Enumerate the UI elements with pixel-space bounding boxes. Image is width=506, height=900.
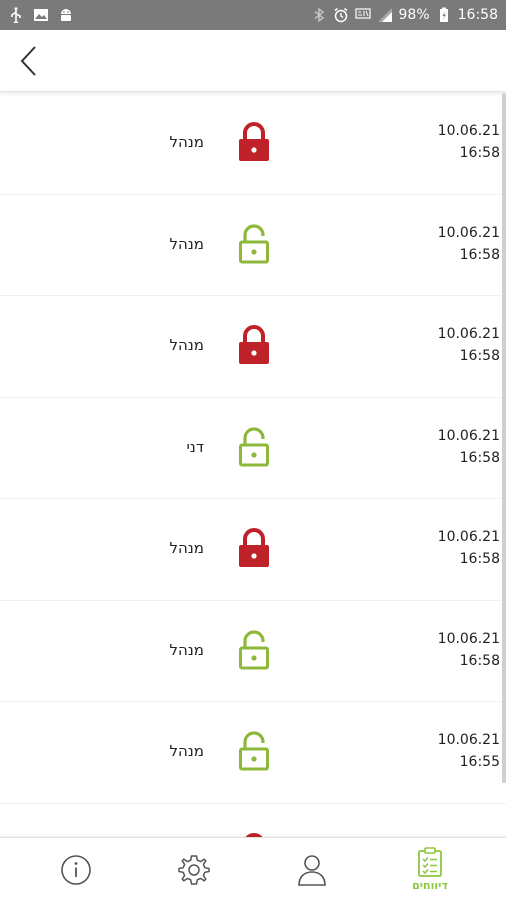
log-date: 10.06.21 [437,630,500,647]
status-bar: 98% 16:58 [0,0,506,30]
log-row[interactable]: מנהל 10.06.21 16:58 [0,93,506,195]
reports-icon [418,847,442,877]
log-user: מנהל [169,336,204,354]
bluetooth-icon [311,7,327,23]
image-icon [33,7,49,23]
alarm-icon [333,7,349,23]
scrollbar[interactable] [502,93,506,783]
user-icon [298,854,326,886]
log-user: מנהל [169,640,204,659]
log-time: 16:58 [459,551,500,567]
log-user: דני [186,437,204,456]
log-row[interactable]: מנהל 10.06.21 16:58 [0,601,506,702]
nav-user[interactable] [249,838,375,900]
log-date: 10.06.21 [437,123,500,139]
nav-settings[interactable] [131,838,257,900]
signal-icon [377,7,393,23]
log-user: מנהל [169,133,204,151]
log-row[interactable]: מנהל 10.06.21 16:58 [0,499,506,601]
android-icon [58,7,74,23]
log-row[interactable]: מנהל 10.06.21 16:58 [0,195,506,296]
lock-closed-icon [237,527,271,569]
nav-info[interactable] [13,838,139,900]
log-date: 10.06.21 [437,732,500,748]
lock-open-icon [237,426,271,468]
status-right: 98% 16:58 [311,7,498,23]
lock-open-icon [237,223,271,265]
lock-closed-icon [237,121,271,163]
log-user: מנהל [169,234,204,253]
status-time: 16:58 [457,7,498,23]
volte-icon [354,7,371,23]
app-header [0,30,506,92]
log-user: מנהל [169,742,204,760]
back-button[interactable] [8,40,48,82]
log-row[interactable] [0,804,506,837]
log-row[interactable]: דני 10.06.21 16:58 [0,398,506,499]
log-time: 16:58 [459,449,500,466]
log-date: 10.06.21 [437,224,500,241]
log-date: 10.06.21 [437,427,500,444]
log-row[interactable]: מנהל 10.06.21 16:58 [0,296,506,398]
usb-icon [8,7,24,23]
gear-icon [178,854,210,885]
log-time: 16:58 [459,145,500,161]
nav-reports-label: דיווחים [412,879,448,892]
info-icon [61,854,91,885]
log-date: 10.06.21 [437,529,500,545]
log-user: מנהל [169,539,204,557]
chevron-left-icon [20,46,36,76]
log-date: 10.06.21 [437,326,500,342]
battery-icon [436,7,452,23]
activity-log-list[interactable]: מנהל 10.06.21 16:58 מנהל 10.06.21 16:58 מנהל 10… [0,93,506,837]
lock-closed-icon [237,324,271,366]
lock-open-icon [237,629,271,671]
log-time: 16:55 [459,754,500,770]
log-time: 16:58 [459,652,500,669]
log-row[interactable]: מנהל 10.06.21 16:55 [0,702,506,804]
bottom-nav: דיווחים [0,837,506,900]
status-left [8,7,74,23]
log-time: 16:58 [459,348,500,364]
nav-reports[interactable]: דיווחים [367,838,493,900]
battery-percent: 98% [398,7,430,23]
log-time: 16:58 [459,246,500,263]
lock-open-icon [237,730,271,772]
